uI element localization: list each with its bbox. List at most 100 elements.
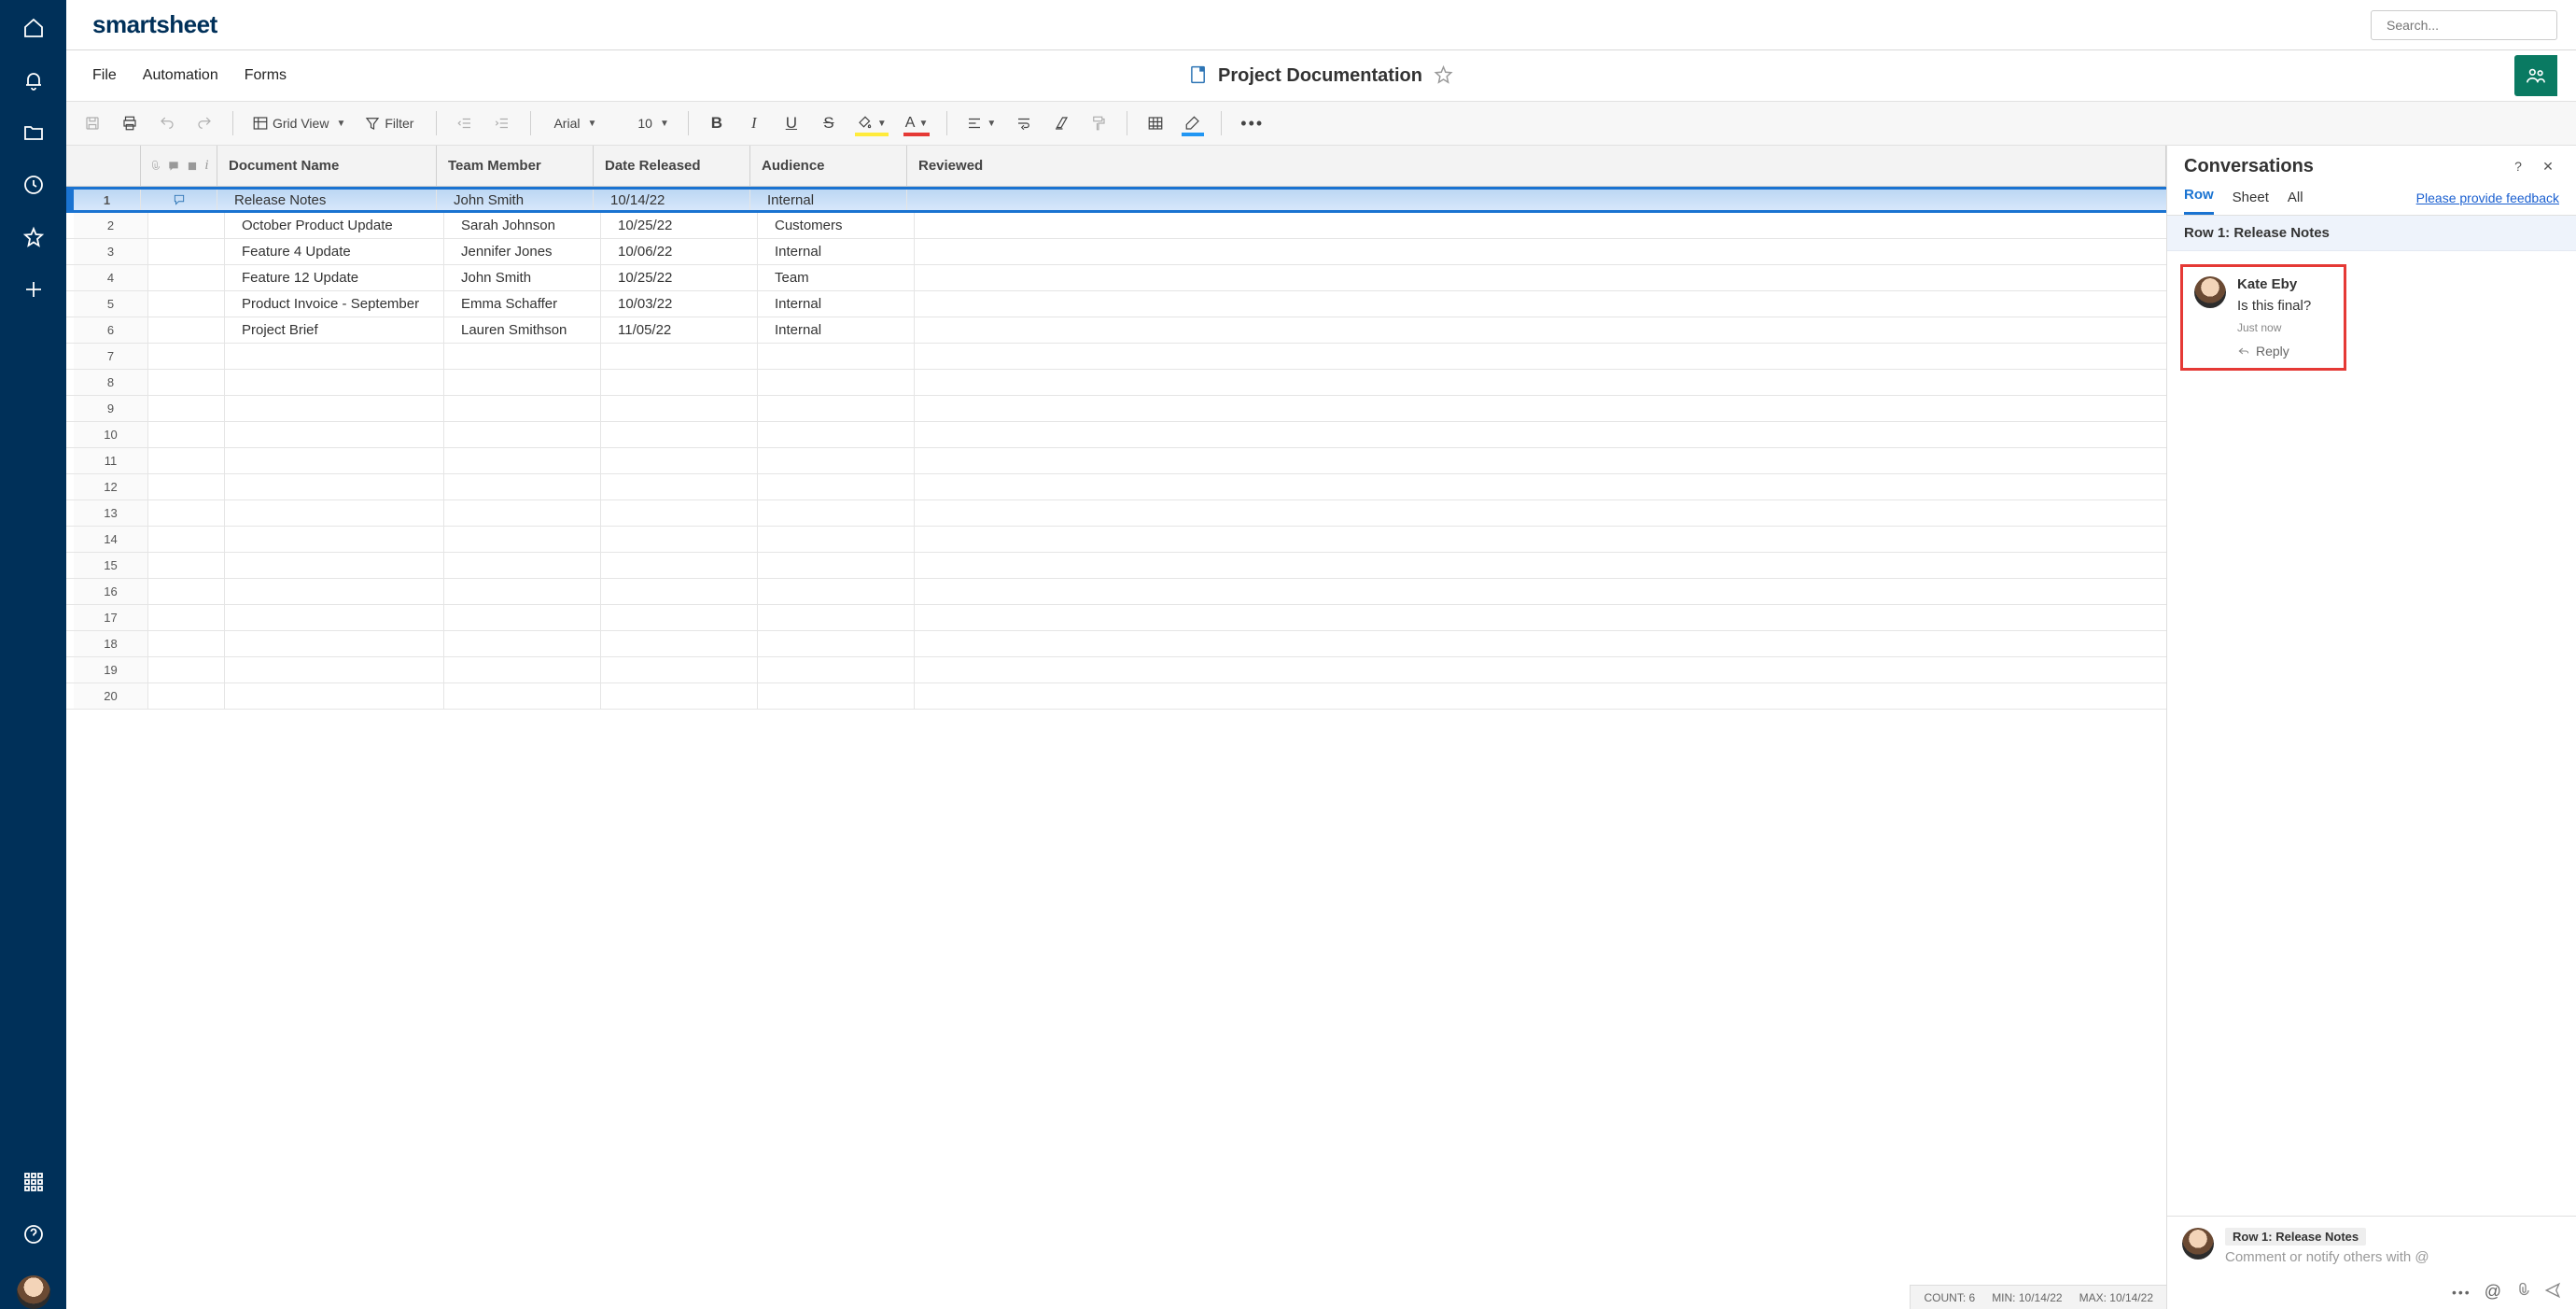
tab-row[interactable]: Row bbox=[2184, 187, 2214, 215]
more-options-icon[interactable]: ••• bbox=[2452, 1285, 2471, 1300]
wrap-text-button[interactable] bbox=[1009, 108, 1039, 138]
cell-date[interactable] bbox=[601, 605, 758, 630]
user-avatar[interactable] bbox=[17, 1275, 50, 1309]
view-switcher[interactable]: Grid View ▼ bbox=[246, 108, 351, 138]
help-circle-icon[interactable] bbox=[22, 1223, 45, 1246]
cell-mem[interactable] bbox=[444, 657, 601, 683]
cell-aud[interactable]: Customers bbox=[758, 213, 915, 238]
row-number[interactable]: 7 bbox=[74, 344, 148, 369]
table-row[interactable]: 15 bbox=[66, 553, 2166, 579]
column-team-member[interactable]: Team Member bbox=[437, 146, 594, 186]
cell-aud[interactable] bbox=[758, 474, 915, 500]
cell-mem[interactable] bbox=[444, 500, 601, 526]
cell-date[interactable]: 10/03/22 bbox=[601, 291, 758, 317]
cell-doc[interactable]: Product Invoice - September bbox=[225, 291, 444, 317]
cell-doc[interactable] bbox=[225, 683, 444, 709]
table-row[interactable]: 13 bbox=[66, 500, 2166, 527]
table-row[interactable]: 5Product Invoice - SeptemberEmma Schaffe… bbox=[66, 291, 2166, 317]
row-number[interactable]: 11 bbox=[74, 448, 148, 473]
cell-aud[interactable] bbox=[758, 683, 915, 709]
font-size-select[interactable]: 10 ▼ bbox=[628, 108, 674, 138]
cell-rev[interactable] bbox=[915, 370, 2166, 395]
cell-date[interactable] bbox=[601, 500, 758, 526]
cell-date[interactable]: 10/06/22 bbox=[601, 239, 758, 264]
cell-aud[interactable] bbox=[758, 579, 915, 604]
cell-mem[interactable] bbox=[444, 553, 601, 578]
table-row[interactable]: 3Feature 4 UpdateJennifer Jones10/06/22I… bbox=[66, 239, 2166, 265]
cell-doc[interactable]: Project Brief bbox=[225, 317, 444, 343]
recent-icon[interactable] bbox=[22, 174, 45, 196]
comment-icon[interactable] bbox=[171, 193, 188, 206]
cell-date[interactable]: 11/05/22 bbox=[601, 317, 758, 343]
row-number[interactable]: 9 bbox=[74, 396, 148, 421]
cell-date[interactable] bbox=[601, 553, 758, 578]
cell-date[interactable]: 10/25/22 bbox=[601, 213, 758, 238]
column-date-released[interactable]: Date Released bbox=[594, 146, 750, 186]
cell-rev[interactable] bbox=[915, 396, 2166, 421]
cell-doc[interactable] bbox=[225, 579, 444, 604]
cell-date[interactable] bbox=[601, 631, 758, 656]
table-row[interactable]: 10 bbox=[66, 422, 2166, 448]
cell-rev[interactable] bbox=[915, 474, 2166, 500]
row-number[interactable]: 13 bbox=[74, 500, 148, 526]
cell-aud[interactable] bbox=[758, 631, 915, 656]
feedback-link[interactable]: Please provide feedback bbox=[2416, 190, 2559, 215]
cell-doc[interactable] bbox=[225, 553, 444, 578]
table-row[interactable]: 8 bbox=[66, 370, 2166, 396]
column-document-name[interactable]: Document Name bbox=[217, 146, 437, 186]
cell-doc[interactable] bbox=[225, 527, 444, 552]
table-row[interactable]: 17 bbox=[66, 605, 2166, 631]
column-audience[interactable]: Audience bbox=[750, 146, 907, 186]
table-row[interactable]: 1Release NotesJohn Smith10/14/22Internal bbox=[66, 187, 2166, 213]
cell-rev[interactable] bbox=[915, 344, 2166, 369]
row-number[interactable]: 4 bbox=[74, 265, 148, 290]
cell-mem[interactable]: John Smith bbox=[437, 190, 594, 210]
cell-mem[interactable] bbox=[444, 631, 601, 656]
cell-mem[interactable] bbox=[444, 422, 601, 447]
mention-icon[interactable]: @ bbox=[2485, 1282, 2501, 1302]
star-icon[interactable] bbox=[22, 226, 45, 248]
text-color-button[interactable]: A▼ bbox=[900, 108, 934, 138]
cell-mem[interactable] bbox=[444, 448, 601, 473]
cell-mem[interactable] bbox=[444, 683, 601, 709]
cell-aud[interactable] bbox=[758, 396, 915, 421]
cell-rev[interactable] bbox=[915, 291, 2166, 317]
cell-doc[interactable] bbox=[225, 422, 444, 447]
more-button[interactable]: ••• bbox=[1235, 108, 1269, 138]
cell-date[interactable] bbox=[601, 370, 758, 395]
conditional-format-button[interactable] bbox=[1141, 108, 1170, 138]
fill-color-button[interactable]: ▼ bbox=[851, 108, 892, 138]
row-number[interactable]: 5 bbox=[74, 291, 148, 317]
cell-doc[interactable] bbox=[225, 474, 444, 500]
home-icon[interactable] bbox=[22, 17, 45, 39]
row-number[interactable]: 15 bbox=[74, 553, 148, 578]
row-number[interactable]: 14 bbox=[74, 527, 148, 552]
cell-date[interactable] bbox=[601, 527, 758, 552]
close-icon[interactable]: ✕ bbox=[2537, 155, 2559, 177]
cell-date[interactable] bbox=[601, 422, 758, 447]
menu-forms[interactable]: Forms bbox=[245, 67, 287, 84]
reply-button[interactable]: Reply bbox=[2237, 344, 2311, 359]
row-number[interactable]: 3 bbox=[74, 239, 148, 264]
table-row[interactable]: 11 bbox=[66, 448, 2166, 474]
cell-date[interactable]: 10/25/22 bbox=[601, 265, 758, 290]
tab-all[interactable]: All bbox=[2288, 190, 2303, 215]
table-row[interactable]: 9 bbox=[66, 396, 2166, 422]
cell-doc[interactable] bbox=[225, 657, 444, 683]
row-number[interactable]: 18 bbox=[74, 631, 148, 656]
attach-icon[interactable] bbox=[2514, 1282, 2531, 1302]
cell-doc[interactable] bbox=[225, 631, 444, 656]
cell-doc[interactable] bbox=[225, 605, 444, 630]
cell-doc[interactable]: Release Notes bbox=[217, 190, 437, 210]
row-number[interactable]: 12 bbox=[74, 474, 148, 500]
filter-button[interactable]: Filter bbox=[358, 108, 423, 138]
row-number[interactable]: 2 bbox=[74, 213, 148, 238]
column-reviewed[interactable]: Reviewed bbox=[907, 146, 2166, 186]
table-row[interactable]: 12 bbox=[66, 474, 2166, 500]
align-button[interactable]: ▼ bbox=[960, 108, 1001, 138]
cell-rev[interactable] bbox=[915, 213, 2166, 238]
table-row[interactable]: 2October Product UpdateSarah Johnson10/2… bbox=[66, 213, 2166, 239]
cell-rev[interactable] bbox=[915, 553, 2166, 578]
row-number[interactable]: 20 bbox=[74, 683, 148, 709]
highlight-button[interactable] bbox=[1178, 108, 1208, 138]
